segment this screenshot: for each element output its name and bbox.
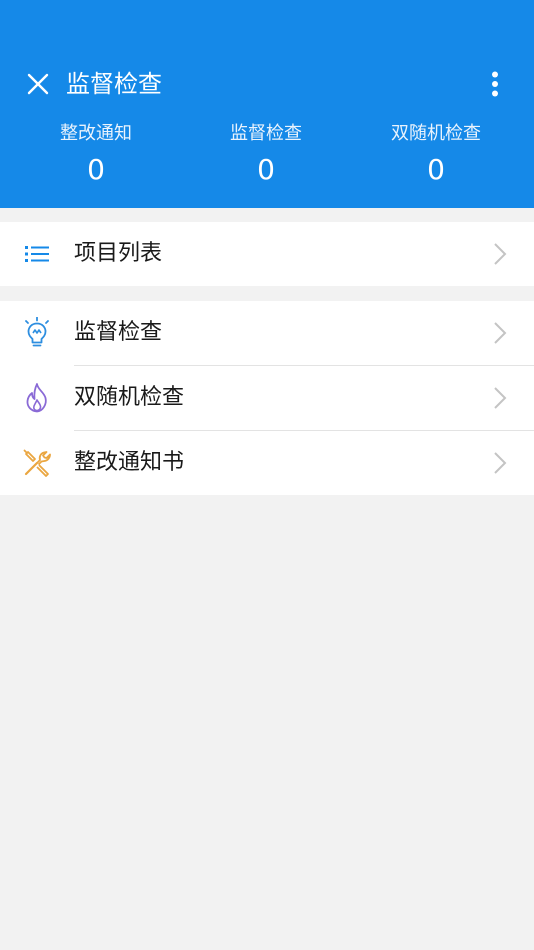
project-list-card: 项目列表 <box>0 222 534 286</box>
chevron-right-icon <box>486 384 514 412</box>
chevron-right-icon <box>486 449 514 477</box>
menu-item-label: 监督检查 <box>74 320 163 345</box>
menu-item-label: 项目列表 <box>74 241 163 266</box>
more-vertical-icon <box>492 71 498 97</box>
app-header: 监督检查 整改通知 0 监督检查 0 双随机检查 0 <box>0 0 534 208</box>
chevron-right-icon <box>486 240 514 268</box>
more-options-button[interactable] <box>478 66 512 102</box>
stat-label: 整改通知 <box>60 123 132 144</box>
stat-label: 双随机检查 <box>391 123 481 144</box>
stat-value: 0 <box>257 153 275 186</box>
stat-supervision-inspection[interactable]: 监督检查 0 <box>181 118 351 198</box>
chevron-right-icon <box>486 319 514 347</box>
menu-item-project-list[interactable]: 项目列表 <box>0 222 534 286</box>
close-icon <box>27 73 49 95</box>
close-button[interactable] <box>20 66 56 102</box>
page-title: 监督检查 <box>66 70 162 98</box>
stat-label: 监督检查 <box>230 123 302 144</box>
menu-item-rectification-notice[interactable]: 整改通知书 <box>0 431 534 495</box>
lightbulb-icon <box>20 315 54 351</box>
menu-item-label: 整改通知书 <box>74 450 185 475</box>
list-icon <box>20 236 54 272</box>
menu-item-label: 双随机检查 <box>74 385 185 410</box>
inspection-menu-card: 监督检查 双随机检查 整改通知书 <box>0 301 534 495</box>
menu-item-double-random-inspection[interactable]: 双随机检查 <box>0 366 534 430</box>
stats-bar: 整改通知 0 监督检查 0 双随机检查 0 <box>0 118 534 198</box>
stat-value: 0 <box>87 153 105 186</box>
stat-rectification-notice[interactable]: 整改通知 0 <box>11 118 181 198</box>
stat-double-random-inspection[interactable]: 双随机检查 0 <box>351 118 521 198</box>
menu-item-supervision-inspection[interactable]: 监督检查 <box>0 301 534 365</box>
stat-value: 0 <box>427 153 445 186</box>
tools-icon <box>20 445 54 481</box>
flame-icon <box>20 380 54 416</box>
